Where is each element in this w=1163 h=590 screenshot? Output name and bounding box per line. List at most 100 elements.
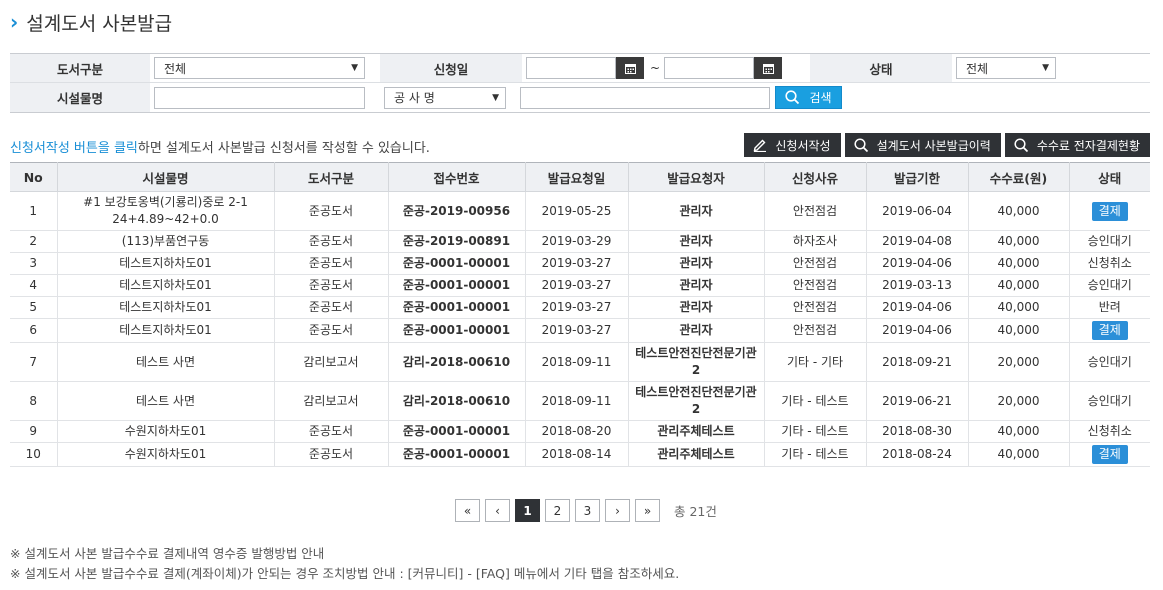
- pay-button[interactable]: 결제: [1091, 321, 1128, 340]
- column-header: 시설물명: [56, 162, 275, 192]
- cell-type: 준공도서: [273, 442, 389, 467]
- date-separator: ~: [650, 61, 661, 75]
- pay-button[interactable]: 결제: [1091, 201, 1128, 221]
- first-page-button[interactable]: «: [455, 499, 480, 522]
- start-date-input[interactable]: [526, 57, 616, 79]
- cell-type: 감리보고서: [273, 381, 389, 421]
- cell-type: 준공도서: [273, 420, 389, 443]
- cell-status: 결제: [1068, 318, 1150, 343]
- facility-input[interactable]: [154, 86, 365, 109]
- cell-requester: 관리자: [627, 318, 765, 343]
- cell-status: 결제: [1068, 442, 1150, 467]
- cell-fee: 40,000: [967, 296, 1070, 319]
- column-header: 발급기한: [865, 162, 969, 192]
- cell-type: 준공도서: [273, 191, 389, 231]
- cell-reason: 안전점검: [763, 252, 867, 275]
- cell-reason: 안전점검: [763, 191, 867, 231]
- cell-req-date: 2019-03-27: [524, 296, 629, 319]
- page-button[interactable]: 1: [515, 499, 540, 522]
- cell-deadline: 2019-06-04: [865, 191, 969, 231]
- table-row: 2 (113)부품연구동 준공도서 준공-2019-00891 2019-03-29 관리…: [10, 230, 1150, 253]
- cell-fee: 40,000: [967, 191, 1070, 231]
- cell-reason: 기타 - 기타: [763, 342, 867, 382]
- calendar-icon[interactable]: [616, 57, 644, 79]
- chevron-right-icon: ›: [10, 10, 19, 34]
- next-page-button[interactable]: ›: [605, 499, 630, 522]
- cell-no: 2: [10, 230, 58, 253]
- cell-deadline: 2019-06-21: [865, 381, 969, 421]
- cell-fee: 20,000: [967, 381, 1070, 421]
- table-row: 9 수원지하차도01 준공도서 준공-0001-00001 2018-08-20 관리주체…: [10, 420, 1150, 443]
- cell-type: 준공도서: [273, 296, 389, 319]
- cell-requester: 관리자: [627, 252, 765, 275]
- pay-button[interactable]: 결제: [1091, 445, 1128, 464]
- end-date-input[interactable]: [664, 57, 755, 79]
- cell-receipt: 준공-0001-00001: [387, 442, 526, 467]
- cell-status: 반려: [1068, 296, 1150, 319]
- cell-deadline: 2019-04-08: [865, 230, 969, 253]
- action-buttons: 신청서작성 설계도서 사본발급이력 수수료 전자결제현황: [744, 133, 1150, 157]
- table-row: 8 테스트 사면 감리보고서 감리-2018-00610 2018-09-11 테스트안전…: [10, 381, 1150, 421]
- application-table: No 시설물명 도서구분 접수번호 발급요청일 발급요청자 신청사유 발급기한 …: [10, 162, 1150, 467]
- cell-type: 준공도서: [273, 318, 389, 343]
- cell-requester: 관리자: [627, 191, 765, 231]
- cell-deadline: 2019-03-13: [865, 274, 969, 297]
- cell-facility: 수원지하차도01: [56, 442, 275, 467]
- cell-requester: 관리주체테스트: [627, 442, 765, 467]
- book-type-select[interactable]: 전체 ▼: [154, 57, 365, 79]
- cell-receipt: 준공-0001-00001: [387, 296, 526, 319]
- info-text: 신청서작성 버튼을 클릭하면 설계도서 사본발급 신청서를 작성할 수 있습니다…: [10, 137, 430, 156]
- cell-facility: 테스트 사면: [56, 381, 275, 421]
- prev-page-button[interactable]: ‹: [485, 499, 510, 522]
- issue-history-button[interactable]: 설계도서 사본발급이력: [844, 133, 1001, 157]
- cell-reason: 하자조사: [763, 230, 867, 253]
- cell-requester: 테스트안전진단전문기관2: [627, 342, 765, 382]
- page-button[interactable]: 3: [575, 499, 600, 522]
- column-header: No: [10, 162, 58, 192]
- cell-fee: 40,000: [967, 442, 1070, 467]
- cell-facility: 테스트지하차도01: [56, 296, 275, 319]
- cell-receipt: 준공-0001-00001: [387, 274, 526, 297]
- write-application-button[interactable]: 신청서작성: [744, 133, 841, 157]
- cell-req-date: 2019-03-27: [524, 274, 629, 297]
- column-header: 수수료(원): [967, 162, 1070, 192]
- search-panel: 도서구분 전체 ▼ 신청일 ~ 상태 전체 ▼ 시설물명 공 사 명 ▼ 검색: [10, 53, 1150, 113]
- column-header: 신청사유: [763, 162, 867, 192]
- total-count: 총 21건: [674, 504, 717, 519]
- cell-deadline: 2018-09-21: [865, 342, 969, 382]
- cell-status: 승인대기: [1068, 274, 1150, 297]
- cell-status: 신청취소: [1068, 252, 1150, 275]
- cell-facility: 수원지하차도01: [56, 420, 275, 443]
- project-select[interactable]: 공 사 명 ▼: [384, 86, 506, 109]
- last-page-button[interactable]: »: [635, 499, 660, 522]
- note-receipt-guide[interactable]: ※ 설계도서 사본 발급수수료 결제내역 영수증 발행방법 안내: [10, 544, 679, 564]
- book-type-label: 도서구분: [10, 54, 150, 82]
- page-button[interactable]: 2: [545, 499, 570, 522]
- info-rest: 하면 설계도서 사본발급 신청서를 작성할 수 있습니다.: [137, 141, 430, 156]
- calendar-icon[interactable]: [754, 57, 783, 79]
- cell-reason: 기타 - 테스트: [763, 442, 867, 467]
- search-icon: [785, 90, 800, 105]
- column-header: 접수번호: [387, 162, 526, 192]
- cell-status: 승인대기: [1068, 381, 1150, 421]
- cell-facility: (113)부품연구동: [56, 230, 275, 253]
- cell-facility: 테스트 사면: [56, 342, 275, 382]
- table-row: 1 #1 보강토옹벽(기룡리)중로 2-1 24+4.89~42+0.0 준공도서 준…: [10, 191, 1150, 231]
- cell-receipt: 준공-2019-00956: [387, 191, 526, 231]
- cell-deadline: 2019-04-06: [865, 318, 969, 343]
- fee-payment-status-button[interactable]: 수수료 전자결제현황: [1004, 133, 1150, 157]
- cell-receipt: 준공-0001-00001: [387, 252, 526, 275]
- cell-requester: 관리자: [627, 230, 765, 253]
- cell-no: 9: [10, 420, 58, 443]
- pencil-icon: [753, 138, 767, 152]
- page-title-text: 설계도서 사본발급: [26, 12, 173, 35]
- search-button[interactable]: 검색: [775, 86, 842, 109]
- status-select[interactable]: 전체 ▼: [956, 57, 1056, 79]
- note-transfer-guide[interactable]: ※ 설계도서 사본 발급수수료 결제(계좌이체)가 안되는 경우 조치방법 안내…: [10, 564, 679, 584]
- cell-no: 5: [10, 296, 58, 319]
- cell-status: 신청취소: [1068, 420, 1150, 443]
- keyword-input[interactable]: [520, 86, 770, 109]
- search-icon: [854, 137, 869, 153]
- cell-deadline: 2018-08-24: [865, 442, 969, 467]
- cell-req-date: 2018-08-14: [524, 442, 629, 467]
